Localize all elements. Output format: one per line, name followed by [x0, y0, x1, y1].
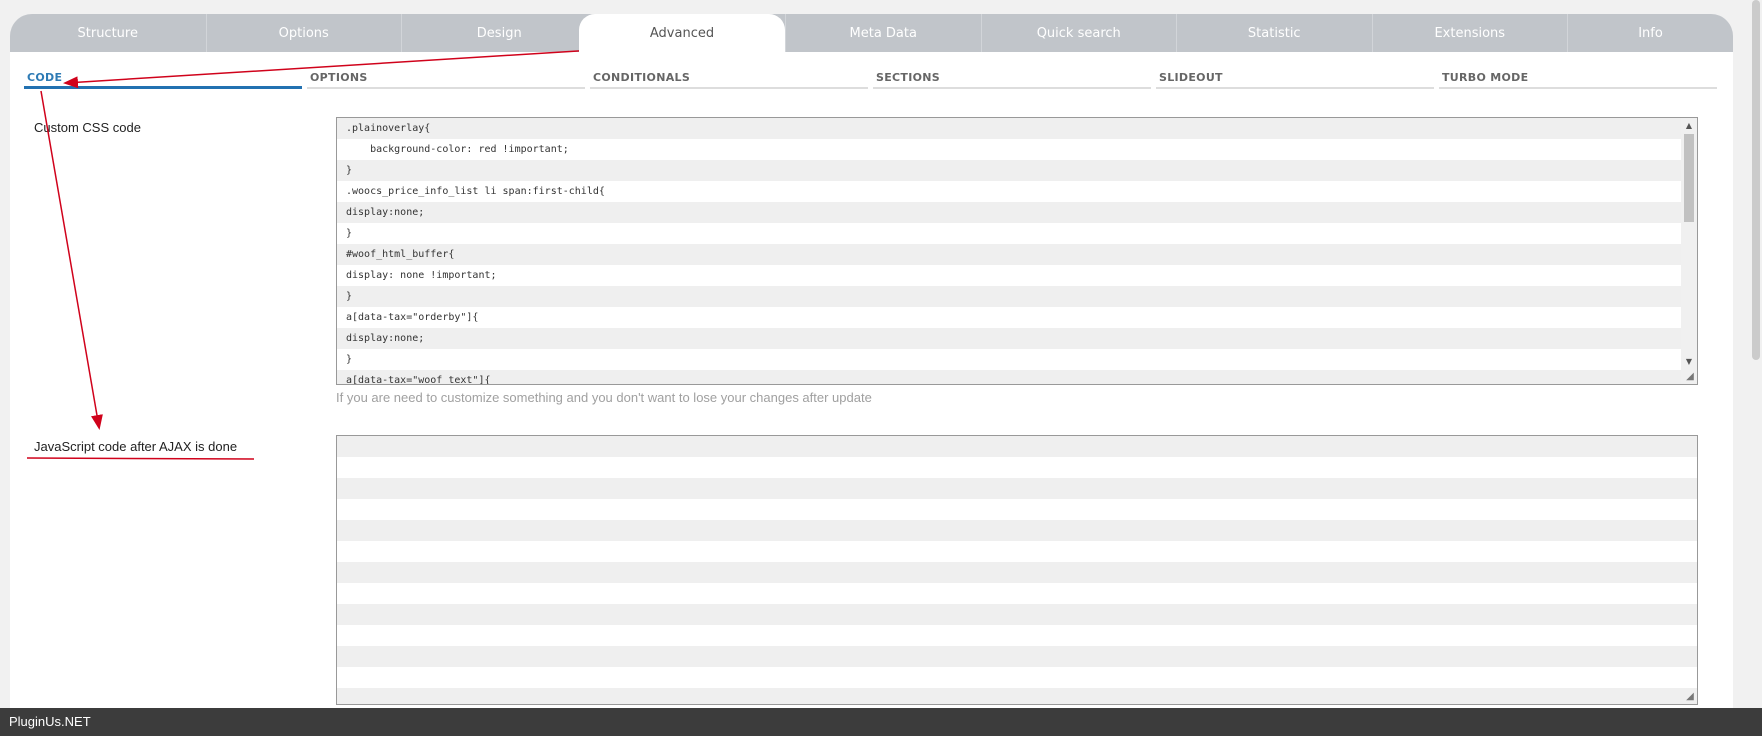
subtab-slideout[interactable]: SLIDEOUT: [1156, 71, 1434, 89]
subtab-turbo-mode[interactable]: TURBO MODE: [1439, 71, 1717, 89]
code-line: }: [337, 349, 1681, 370]
code-line: [337, 541, 1697, 562]
code-line: }: [337, 223, 1681, 244]
js-code-lines: [337, 436, 1697, 704]
code-line: [337, 667, 1697, 688]
page-scrollbar[interactable]: [1750, 0, 1762, 708]
code-line: #woof_html_buffer{: [337, 244, 1681, 265]
tab-info[interactable]: Info: [1567, 14, 1733, 52]
tab-label: Info: [1638, 25, 1663, 41]
tab-advanced[interactable]: Advanced: [579, 14, 785, 52]
code-line: [337, 499, 1697, 520]
footer-brand: PluginUs.NET: [9, 714, 91, 729]
page-scrollbar-thumb[interactable]: [1752, 0, 1760, 360]
subtab-sections[interactable]: SECTIONS: [873, 71, 1151, 89]
css-code-lines: .plainoverlay{ background-color: red !im…: [337, 118, 1681, 384]
subtab-options[interactable]: OPTIONS: [307, 71, 585, 89]
css-hint-text: If you are need to customize something a…: [336, 390, 872, 405]
scroll-down-arrow-icon[interactable]: ▼: [1681, 354, 1697, 370]
tab-label: Quick search: [1036, 25, 1121, 41]
code-line: }: [337, 286, 1681, 307]
tab-label: Design: [476, 25, 522, 41]
tab-design[interactable]: Design: [401, 14, 597, 52]
tab-label: Options: [278, 25, 329, 41]
tab-options[interactable]: Options: [205, 14, 402, 52]
subtab-code[interactable]: CODE: [24, 71, 302, 89]
tab-label: Meta Data: [849, 25, 917, 41]
code-line: [337, 688, 1697, 704]
code-line: [337, 562, 1697, 583]
scrollbar-thumb[interactable]: [1684, 134, 1694, 222]
tab-structure[interactable]: Structure: [10, 14, 206, 52]
code-line: }: [337, 160, 1681, 181]
tab-statistic[interactable]: Statistic: [1176, 14, 1372, 52]
js-after-ajax-label: JavaScript code after AJAX is done: [34, 439, 238, 454]
tab-label: Statistic: [1247, 25, 1301, 41]
advanced-panel: CODE OPTIONS CONDITIONALS SECTIONS SLIDE…: [10, 52, 1733, 708]
code-line: [337, 625, 1697, 646]
code-line: .plainoverlay{: [337, 118, 1681, 139]
code-line: [337, 457, 1697, 478]
subtab-conditionals[interactable]: CONDITIONALS: [590, 71, 868, 89]
code-line: a[data-tax="woof_text"]{: [337, 370, 1681, 384]
code-line: [337, 436, 1697, 457]
code-line: [337, 583, 1697, 604]
code-line: [337, 478, 1697, 499]
tab-quick-search[interactable]: Quick search: [980, 14, 1177, 52]
tab-meta-data[interactable]: Meta Data: [785, 14, 981, 52]
footer: PluginUs.NET: [0, 708, 1762, 736]
code-line: display:none;: [337, 202, 1681, 223]
code-line: [337, 604, 1697, 625]
tab-label: Extensions: [1434, 25, 1506, 41]
custom-css-label: Custom CSS code: [34, 120, 141, 135]
code-line: display: none !important;: [337, 265, 1681, 286]
tab-label: Structure: [77, 25, 138, 41]
code-line: background-color: red !important;: [337, 139, 1681, 160]
subtab-bar: CODE OPTIONS CONDITIONALS SECTIONS SLIDE…: [24, 71, 1731, 89]
code-line: [337, 520, 1697, 541]
code-line: .woocs_price_info_list li span:first-chi…: [337, 181, 1681, 202]
code-line: display:none;: [337, 328, 1681, 349]
tab-label: Advanced: [649, 25, 715, 41]
js-after-ajax-editor[interactable]: ◢: [336, 435, 1698, 705]
code-line: [337, 646, 1697, 667]
resize-grip-icon[interactable]: ◢: [1684, 691, 1696, 703]
tab-extensions[interactable]: Extensions: [1371, 14, 1568, 52]
main-tabbar: Structure Options Design Advanced Meta D…: [10, 14, 1733, 52]
custom-css-editor[interactable]: .plainoverlay{ background-color: red !im…: [336, 117, 1698, 385]
resize-grip-icon[interactable]: ◢: [1684, 371, 1696, 383]
scroll-up-arrow-icon[interactable]: ▲: [1681, 118, 1697, 134]
code-line: a[data-tax="orderby"]{: [337, 307, 1681, 328]
css-editor-scrollbar[interactable]: ▲ ▼: [1681, 118, 1697, 384]
